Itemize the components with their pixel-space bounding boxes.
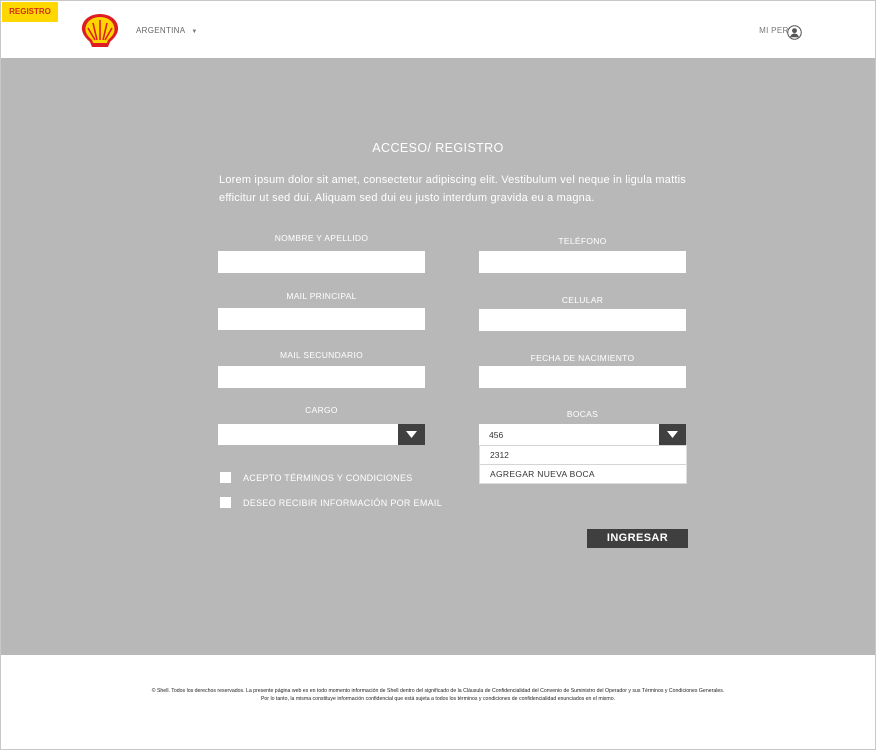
email-info-label: DESEO RECIBIR INFORMACIÓN POR EMAIL — [243, 498, 443, 508]
nombre-input[interactable] — [218, 251, 425, 273]
mail-principal-label: MAIL PRINCIPAL — [286, 291, 357, 301]
footer: © Shell. Todos los derechos reservados. … — [1, 655, 875, 748]
legal-line-2: Por lo tanto, la misma constituye inform… — [260, 696, 616, 702]
mail-secundario-label: MAIL SECUNDARIO — [279, 350, 364, 360]
terms-label: ACEPTO TÉRMINOS Y CONDICIONES — [243, 473, 413, 483]
mail-principal-input[interactable] — [218, 308, 425, 330]
user-avatar-icon[interactable] — [787, 25, 802, 40]
country-label: ARGENTINA — [136, 26, 186, 35]
email-info-checkbox[interactable] — [220, 497, 231, 508]
registro-tag: REGISTRO — [2, 2, 58, 22]
bocas-value: 456 — [489, 430, 504, 440]
bocas-select[interactable]: 456 — [479, 424, 686, 445]
cargo-label: CARGO — [305, 405, 338, 415]
mail-secundario-input[interactable] — [218, 366, 425, 388]
page-title: ACCESO/ REGISTRO — [372, 141, 504, 155]
cargo-dropdown-button[interactable] — [398, 424, 425, 445]
header: REGISTRO ARGENTINA ▼ MI PERFIL — [1, 1, 875, 58]
triangle-down-icon — [406, 431, 417, 438]
cargo-select[interactable] — [218, 424, 425, 445]
celular-input[interactable] — [479, 309, 686, 331]
shell-logo-icon[interactable] — [80, 12, 120, 50]
legal-text: © Shell. Todos los derechos reservados. … — [31, 687, 845, 703]
fecha-nacimiento-label: FECHA DE NACIMIENTO — [530, 353, 635, 363]
fecha-nacimiento-input[interactable] — [479, 366, 686, 388]
terms-checkbox[interactable] — [220, 472, 231, 483]
bocas-dropdown-button[interactable] — [659, 424, 686, 445]
nombre-label: NOMBRE Y APELLIDO — [274, 233, 369, 243]
legal-line-1: © Shell. Todos los derechos reservados. … — [151, 688, 725, 694]
bocas-option[interactable]: 2312 — [480, 445, 686, 464]
bocas-label: BOCAS — [566, 409, 599, 419]
triangle-down-icon — [667, 431, 678, 438]
celular-label: CELULAR — [561, 295, 604, 305]
registration-section: ACCESO/ REGISTRO Lorem ipsum dolor sit a… — [1, 58, 875, 655]
telefono-input[interactable] — [479, 251, 686, 273]
add-boca-option[interactable]: AGREGAR NUEVA BOCA — [480, 464, 686, 483]
ingresar-button[interactable]: INGRESAR — [587, 529, 688, 548]
intro-text: Lorem ipsum dolor sit amet, consectetur … — [219, 174, 686, 204]
chevron-down-icon: ▼ — [191, 29, 198, 35]
bocas-dropdown-list: 2312 AGREGAR NUEVA BOCA — [479, 445, 687, 484]
telefono-label: TELÉFONO — [558, 236, 607, 246]
country-selector[interactable]: ARGENTINA ▼ — [136, 26, 198, 35]
